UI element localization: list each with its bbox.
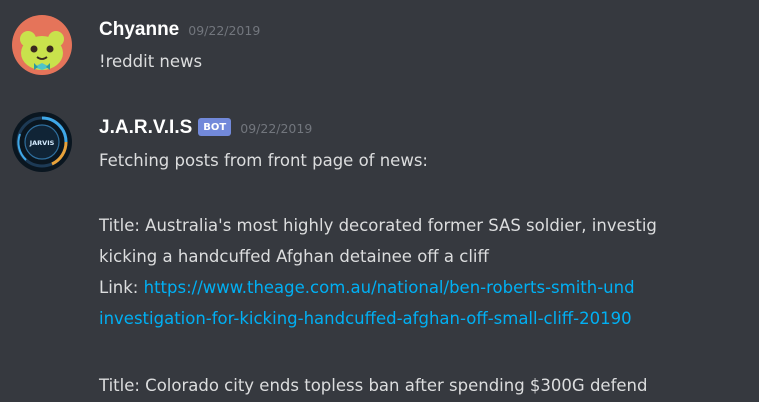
message-jarvis: JARVIS J.A.R.V.I.S BOT 09/22/2019 Fetchi… — [0, 95, 759, 402]
bot-avatar[interactable]: JARVIS — [12, 112, 72, 172]
bot-tag-badge: BOT — [198, 118, 232, 136]
jarvis-logo-text: JARVIS — [29, 139, 55, 147]
post-link-continued[interactable]: investigation-for-kicking-handcuffed-afg… — [99, 308, 632, 330]
post-link-line: Link: https://www.theage.com.au/national… — [99, 277, 635, 299]
username[interactable]: Chyanne — [99, 19, 179, 41]
message-chyanne: Chyanne 09/22/2019 !reddit news — [0, 0, 759, 95]
timestamp: 09/22/2019 — [240, 121, 313, 136]
post-title-text: Colorado city ends topless ban after spe… — [145, 376, 648, 395]
user-avatar[interactable] — [12, 15, 72, 75]
post-title-line-2: kicking a handcuffed Afghan detainee off… — [99, 247, 489, 266]
post-title-label: Title: — [99, 376, 140, 395]
post-link[interactable]: https://www.theage.com.au/national/ben-r… — [144, 278, 635, 297]
post-title-label: Title: — [99, 216, 140, 235]
post-title-line: Title: Colorado city ends topless ban af… — [99, 375, 647, 397]
post-title-line: Title: Australia's most highly decorated… — [99, 215, 657, 237]
message-intro: Fetching posts from front page of news: — [99, 151, 428, 170]
message-header: J.A.R.V.I.S BOT 09/22/2019 — [99, 117, 312, 139]
timestamp: 09/22/2019 — [188, 23, 261, 38]
post-link-label: Link: — [99, 278, 139, 297]
post-title-text: Australia's most highly decorated former… — [145, 216, 657, 235]
username[interactable]: J.A.R.V.I.S — [99, 117, 192, 139]
message-header: Chyanne 09/22/2019 — [99, 19, 260, 41]
frog-avatar-icon — [12, 15, 72, 75]
jarvis-logo-icon: JARVIS — [12, 112, 72, 172]
message-content: !reddit news — [99, 52, 203, 71]
